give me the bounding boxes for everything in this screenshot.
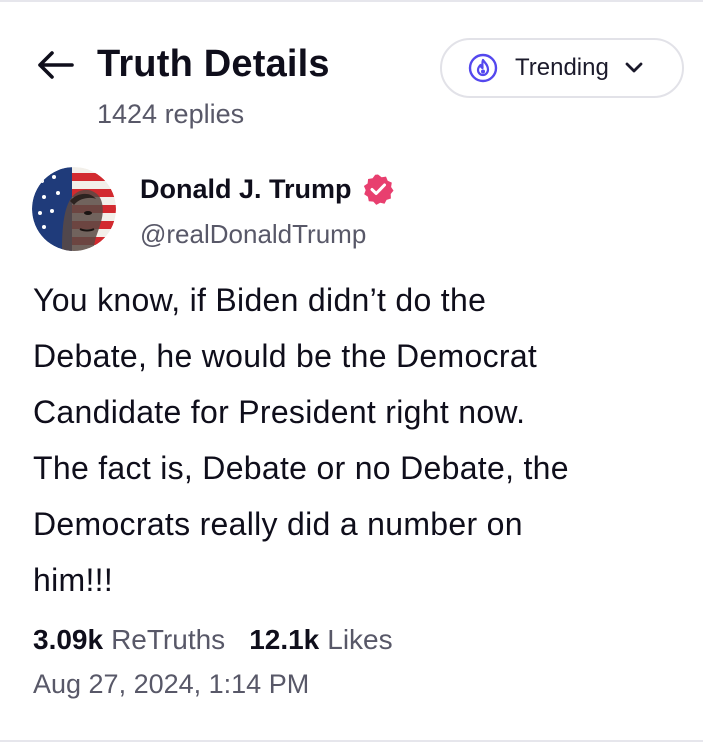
post-text-line: Democrats really did a number on xyxy=(33,506,523,542)
header: Truth Details 1424 replies Trending xyxy=(0,2,703,142)
likes-count: 12.1k xyxy=(249,624,320,655)
verified-badge-icon xyxy=(363,174,394,205)
likes-label: Likes xyxy=(327,624,393,655)
reply-count: 1424 replies xyxy=(97,99,245,129)
post-stats: 3.09k ReTruths 12.1k Likes xyxy=(33,622,417,658)
post-author: Donald J. Trump @realDonaldTrump xyxy=(32,167,672,257)
flame-icon xyxy=(468,53,498,83)
chevron-down-icon xyxy=(625,62,643,73)
likes-stat[interactable]: 12.1k Likes xyxy=(249,622,392,658)
arrow-left-icon xyxy=(38,51,74,79)
retruths-label: ReTruths xyxy=(111,624,226,655)
post-text-line: Candidate for President right now. xyxy=(33,394,526,430)
post-text-line: The fact is, Debate or no Debate, the xyxy=(33,450,569,486)
sort-dropdown-button[interactable]: Trending xyxy=(440,38,684,98)
truth-details-page: Truth Details 1424 replies Trending Dona… xyxy=(0,0,703,742)
avatar[interactable] xyxy=(32,167,116,251)
retruths-count: 3.09k xyxy=(33,624,104,655)
author-name-text: Donald J. Trump xyxy=(140,174,352,204)
post-timestamp: Aug 27, 2024, 1:14 PM xyxy=(33,669,310,699)
page-title: Truth Details xyxy=(97,43,330,85)
post-text-line: Debate, he would be the Democrat xyxy=(33,338,538,374)
author-display-name[interactable]: Donald J. Trump xyxy=(140,171,394,207)
post-text: You know, if Biden didn’t do the Debate,… xyxy=(33,272,683,608)
retruths-stat[interactable]: 3.09k ReTruths xyxy=(33,622,225,658)
post-text-line: him!!! xyxy=(33,562,114,598)
back-button[interactable] xyxy=(30,42,80,88)
author-handle[interactable]: @realDonaldTrump xyxy=(140,217,366,251)
sort-label: Trending xyxy=(515,54,609,81)
post-text-line: You know, if Biden didn’t do the xyxy=(33,282,487,318)
